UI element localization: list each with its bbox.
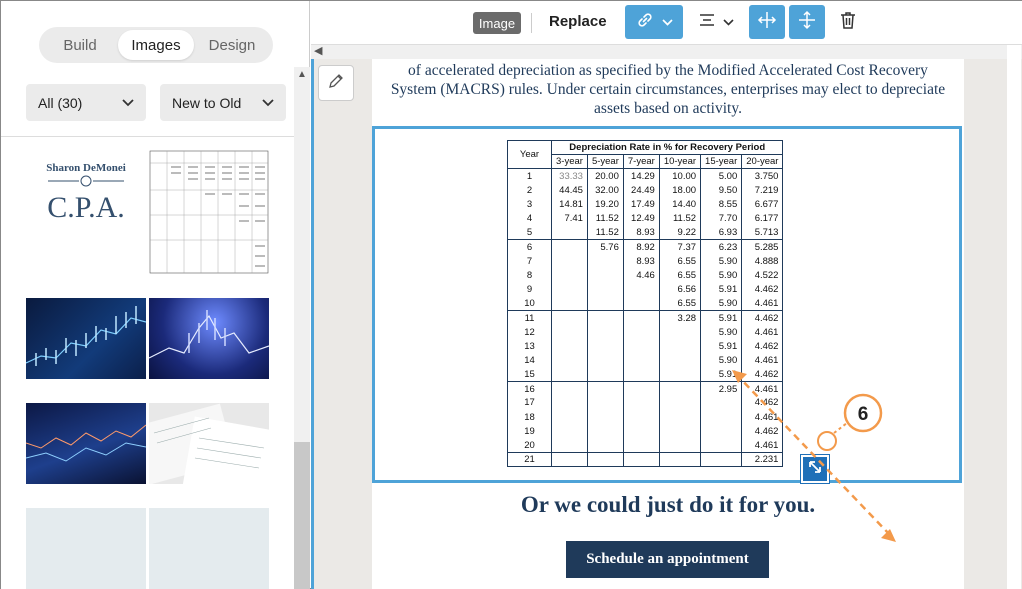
target-ring bbox=[817, 431, 837, 451]
arrow-head-icon bbox=[881, 529, 896, 542]
arrow-head-icon bbox=[732, 370, 747, 383]
callout-leader bbox=[833, 422, 848, 434]
step-number: 6 bbox=[858, 404, 869, 425]
tutorial-annotation: 6 bbox=[732, 370, 896, 542]
